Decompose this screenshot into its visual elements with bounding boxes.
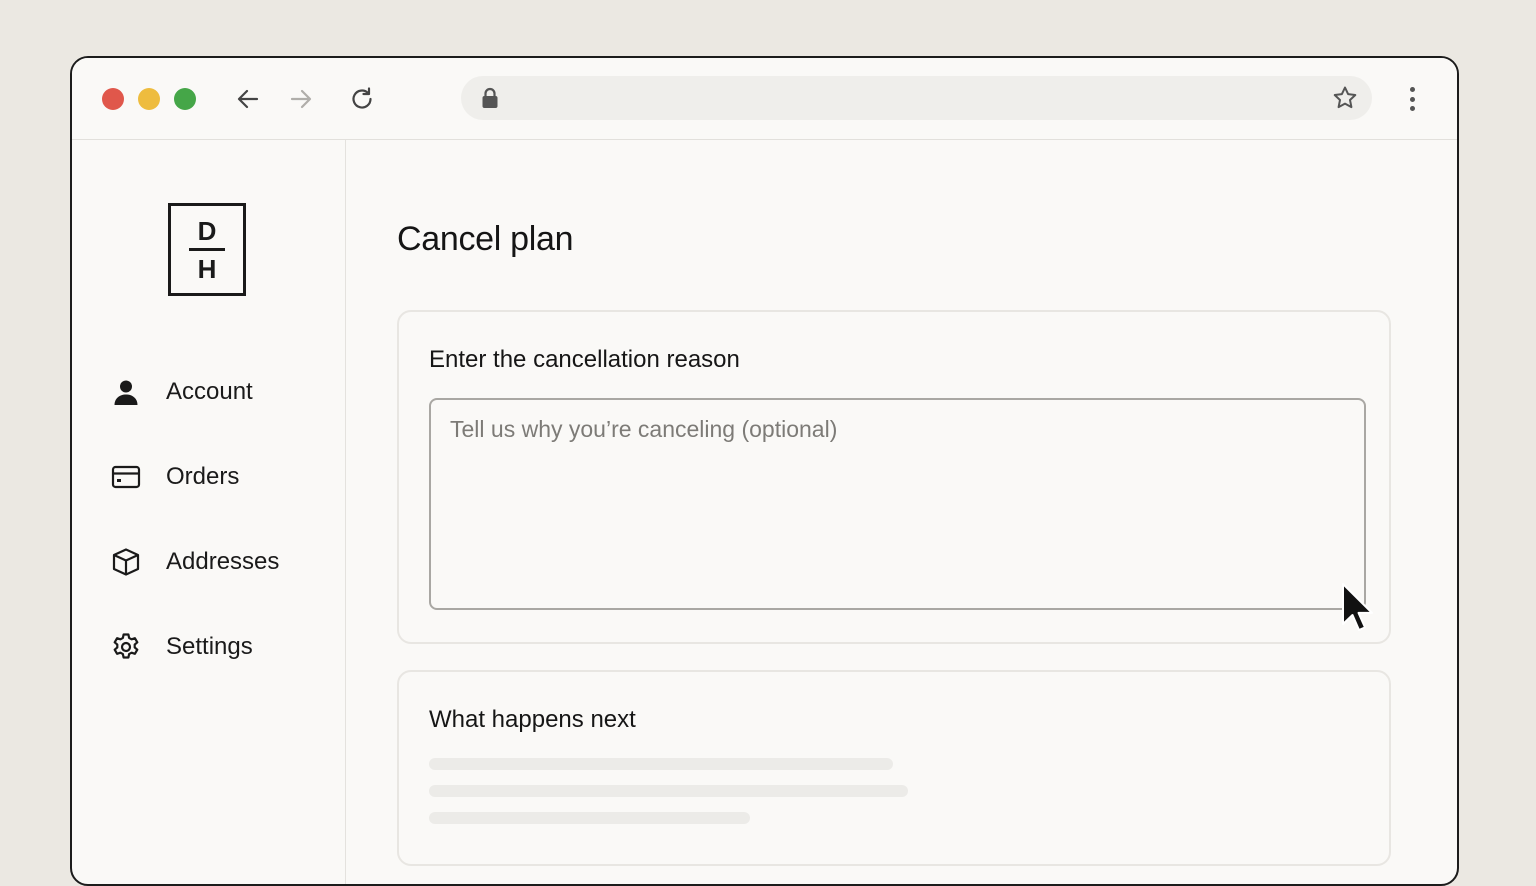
what-happens-next-title: What happens next bbox=[429, 706, 636, 733]
cancellation-reason-input[interactable] bbox=[429, 398, 1366, 610]
box-icon bbox=[110, 546, 142, 578]
browser-window: D H Account Orders Addresses Settings Ca… bbox=[70, 56, 1459, 886]
sidebar-item-label: Settings bbox=[166, 633, 253, 660]
cancellation-reason-title: Enter the cancellation reason bbox=[429, 346, 740, 373]
page-title: Cancel plan bbox=[397, 220, 574, 258]
lock-icon bbox=[481, 87, 499, 114]
logo-letter-top: D bbox=[197, 215, 217, 246]
minimize-window-button[interactable] bbox=[138, 88, 160, 110]
user-icon bbox=[110, 376, 142, 408]
brand-logo[interactable]: D H bbox=[168, 203, 246, 296]
main-content: Cancel plan Enter the cancellation reaso… bbox=[346, 140, 1457, 884]
sidebar-item-settings[interactable]: Settings bbox=[110, 627, 253, 667]
sidebar-item-label: Orders bbox=[166, 463, 240, 490]
back-arrow-icon[interactable] bbox=[234, 85, 262, 113]
sidebar-item-account[interactable]: Account bbox=[110, 372, 253, 412]
more-vertical-icon[interactable] bbox=[1402, 84, 1422, 114]
what-happens-next-card: What happens next bbox=[397, 670, 1391, 866]
sidebar-item-addresses[interactable]: Addresses bbox=[110, 542, 279, 582]
sidebar-item-orders[interactable]: Orders bbox=[110, 457, 239, 497]
gear-icon bbox=[110, 631, 142, 663]
card-icon bbox=[110, 461, 142, 493]
sidebar-item-label: Addresses bbox=[166, 548, 280, 575]
close-window-button[interactable] bbox=[102, 88, 124, 110]
logo-divider bbox=[189, 247, 225, 251]
browser-toolbar bbox=[72, 58, 1457, 140]
skeleton-line bbox=[429, 812, 750, 824]
star-icon[interactable] bbox=[1332, 85, 1358, 116]
maximize-window-button[interactable] bbox=[174, 88, 196, 110]
skeleton-line bbox=[429, 785, 908, 797]
sidebar-item-label: Account bbox=[166, 378, 253, 405]
reload-icon[interactable] bbox=[348, 85, 376, 113]
mouse-pointer-icon bbox=[1341, 582, 1375, 637]
forward-arrow-icon[interactable] bbox=[287, 85, 315, 113]
address-bar[interactable] bbox=[461, 76, 1372, 120]
skeleton-line bbox=[429, 758, 893, 770]
sidebar: D H Account Orders Addresses Settings bbox=[72, 140, 346, 884]
logo-letter-bottom: H bbox=[197, 253, 217, 284]
cancellation-reason-card: Enter the cancellation reason bbox=[397, 310, 1391, 644]
